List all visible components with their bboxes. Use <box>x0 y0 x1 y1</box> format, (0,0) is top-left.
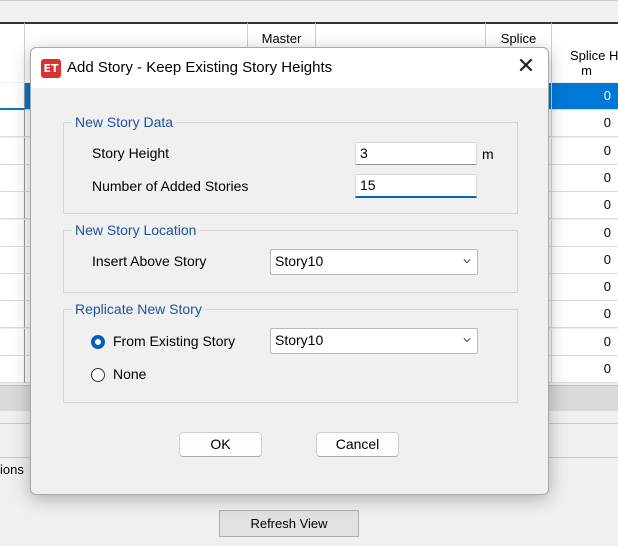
row-header[interactable] <box>0 274 25 302</box>
none-label[interactable]: None <box>113 366 146 382</box>
ok-button[interactable]: OK <box>179 432 262 457</box>
table-cell[interactable]: 0 <box>552 328 618 356</box>
chevron-down-icon <box>463 259 471 264</box>
row-header[interactable] <box>0 110 25 138</box>
header-splice-height[interactable]: Splice H m <box>552 22 618 82</box>
row-header[interactable] <box>0 356 25 383</box>
from-existing-radio[interactable] <box>91 335 105 349</box>
story-height-label: Story Height <box>92 145 170 161</box>
table-cell[interactable]: 0 <box>552 83 618 110</box>
table-cell[interactable]: 0 <box>552 219 618 247</box>
row-header[interactable] <box>0 246 25 274</box>
table-cell[interactable]: 0 <box>552 301 618 329</box>
splice-height-value: 0 <box>603 224 611 240</box>
insert-above-value: Story10 <box>275 253 324 269</box>
table-cell[interactable]: 0 <box>552 137 618 165</box>
dialog-title: Add Story - Keep Existing Story Heights <box>67 59 333 76</box>
insert-above-dropdown[interactable]: Story10 <box>270 249 478 275</box>
row-header[interactable] <box>0 137 25 165</box>
group-new-story-data: New Story Data Story Height 3 m Number o… <box>63 114 518 214</box>
none-radio[interactable] <box>91 368 105 382</box>
table-cell[interactable]: 0 <box>552 110 618 138</box>
group-new-story-location-title: New Story Location <box>72 222 200 238</box>
splice-height-value: 0 <box>603 142 611 158</box>
row-header[interactable] <box>0 192 25 220</box>
insert-above-label: Insert Above Story <box>92 253 207 269</box>
splice-height-value: 0 <box>603 361 611 376</box>
table-top-border <box>0 0 618 1</box>
row-header[interactable] <box>0 301 25 329</box>
etabs-app-icon: ET <box>41 59 61 78</box>
header-splice-height-unit: m <box>581 63 592 78</box>
header-splice-height-label: Splice H <box>570 48 618 63</box>
header-left-cell <box>0 22 25 82</box>
splice-height-value: 0 <box>603 306 611 322</box>
options-label: ions <box>0 462 24 477</box>
refresh-view-button[interactable]: Refresh View <box>219 510 359 537</box>
from-existing-dropdown[interactable]: Story10 <box>270 328 478 354</box>
splice-height-value: 0 <box>603 88 611 103</box>
add-story-dialog: ET Add Story - Keep Existing Story Heigh… <box>30 47 549 495</box>
added-stories-label: Number of Added Stories <box>92 178 249 194</box>
header-master-label: Master <box>261 31 302 46</box>
splice-height-value: 0 <box>603 197 611 213</box>
added-stories-input[interactable]: 15 <box>355 174 477 198</box>
cancel-button[interactable]: Cancel <box>316 432 399 457</box>
from-existing-label[interactable]: From Existing Story <box>113 333 235 349</box>
table-cell[interactable]: 0 <box>552 164 618 192</box>
group-replicate-new-story: Replicate New Story From Existing Story … <box>63 301 518 403</box>
table-cell[interactable]: 0 <box>552 246 618 274</box>
splice-height-value: 0 <box>603 115 611 131</box>
header-splice-label: Splice <box>500 31 537 46</box>
dialog-titlebar[interactable]: ET Add Story - Keep Existing Story Heigh… <box>31 48 548 88</box>
group-new-story-data-title: New Story Data <box>72 114 177 130</box>
table-cell[interactable]: 0 <box>552 274 618 302</box>
row-header[interactable] <box>0 83 25 110</box>
table-cell[interactable]: 0 <box>552 356 618 383</box>
group-new-story-location: New Story Location Insert Above Story St… <box>63 222 518 293</box>
close-icon[interactable]: ✕ <box>514 56 538 80</box>
story-height-unit: m <box>482 146 494 162</box>
chevron-down-icon <box>463 338 471 343</box>
splice-height-value: 0 <box>603 279 611 295</box>
splice-height-value: 0 <box>603 251 611 267</box>
row-header[interactable] <box>0 219 25 247</box>
from-existing-value: Story10 <box>275 332 324 348</box>
splice-height-value: 0 <box>603 333 611 349</box>
row-header[interactable] <box>0 164 25 192</box>
group-replicate-title: Replicate New Story <box>72 301 205 317</box>
splice-height-value: 0 <box>603 169 611 185</box>
table-cell[interactable]: 0 <box>552 192 618 220</box>
row-header[interactable] <box>0 328 25 356</box>
story-height-input[interactable]: 3 <box>355 142 477 165</box>
